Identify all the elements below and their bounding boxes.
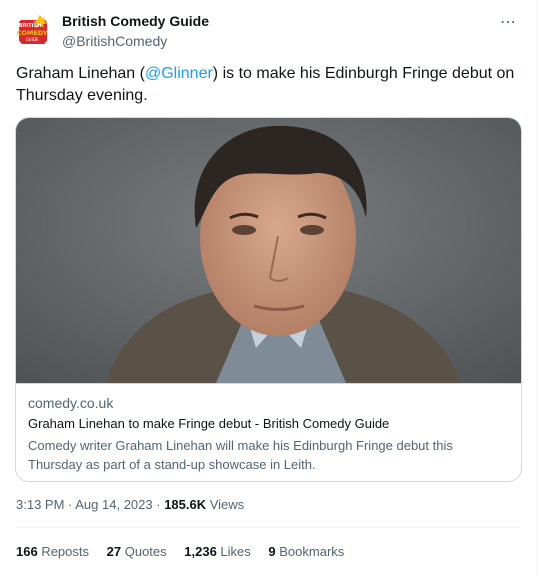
card-info: comedy.co.uk Graham Linehan to make Frin…: [16, 383, 521, 481]
logo-text-3: GUIDE: [26, 37, 39, 42]
tweet: BRITISH COMEDY GUIDE British Comedy Guid…: [0, 0, 538, 577]
tweet-text: Graham Linehan (@Glinner) is to make his…: [16, 63, 521, 107]
reposts-count: 166: [16, 544, 38, 559]
likes-count: 1,236: [184, 544, 217, 559]
likes-stat[interactable]: 1,236 Likes: [184, 544, 251, 559]
link-card[interactable]: comedy.co.uk Graham Linehan to make Frin…: [15, 117, 522, 482]
handle[interactable]: @BritishComedy: [62, 32, 209, 50]
reposts-stat[interactable]: 166 Reposts: [16, 544, 89, 559]
card-photo: [16, 118, 521, 383]
tweet-header: BRITISH COMEDY GUIDE British Comedy Guid…: [16, 10, 523, 50]
card-title: Graham Linehan to make Fringe debut - Br…: [28, 416, 390, 431]
account-names: British Comedy Guide @BritishComedy: [62, 12, 209, 50]
tweet-text-before: Graham Linehan (: [16, 65, 145, 82]
likes-label: Likes: [216, 544, 251, 559]
divider: [16, 527, 520, 528]
mention-link[interactable]: @Glinner: [145, 65, 213, 82]
meta-separator: ·: [152, 497, 165, 512]
logo-text-2: COMEDY: [17, 29, 48, 37]
quotes-count: 27: [106, 544, 122, 559]
meta-separator: ·: [64, 497, 76, 512]
tweet-date[interactable]: Aug 14, 2023: [75, 497, 152, 512]
quotes-label: Quotes: [121, 544, 167, 559]
engagement-stats: 166 Reposts 27 Quotes 1,236 Likes 9 Book…: [16, 544, 358, 559]
bookmarks-label: Bookmarks: [275, 544, 345, 559]
card-description: Comedy writer Graham Linehan will make h…: [28, 438, 453, 472]
reposts-label: Reposts: [37, 544, 90, 559]
views-label: Views: [206, 497, 245, 512]
card-domain: comedy.co.uk: [28, 395, 114, 411]
views-count: 185.6K: [164, 497, 207, 512]
tweet-time[interactable]: 3:13 PM: [16, 497, 64, 512]
quotes-stat[interactable]: 27 Quotes: [107, 544, 167, 559]
avatar[interactable]: BRITISH COMEDY GUIDE: [16, 14, 50, 48]
display-name[interactable]: British Comedy Guide: [62, 12, 209, 30]
more-icon[interactable]: ⋯: [500, 12, 517, 32]
bookmarks-count: 9: [268, 544, 276, 559]
tweet-meta: 3:13 PM · Aug 14, 2023 · 185.6K Views: [16, 497, 244, 512]
british-comedy-guide-logo: BRITISH COMEDY GUIDE: [17, 14, 48, 44]
bookmarks-stat[interactable]: 9 Bookmarks: [268, 544, 344, 559]
